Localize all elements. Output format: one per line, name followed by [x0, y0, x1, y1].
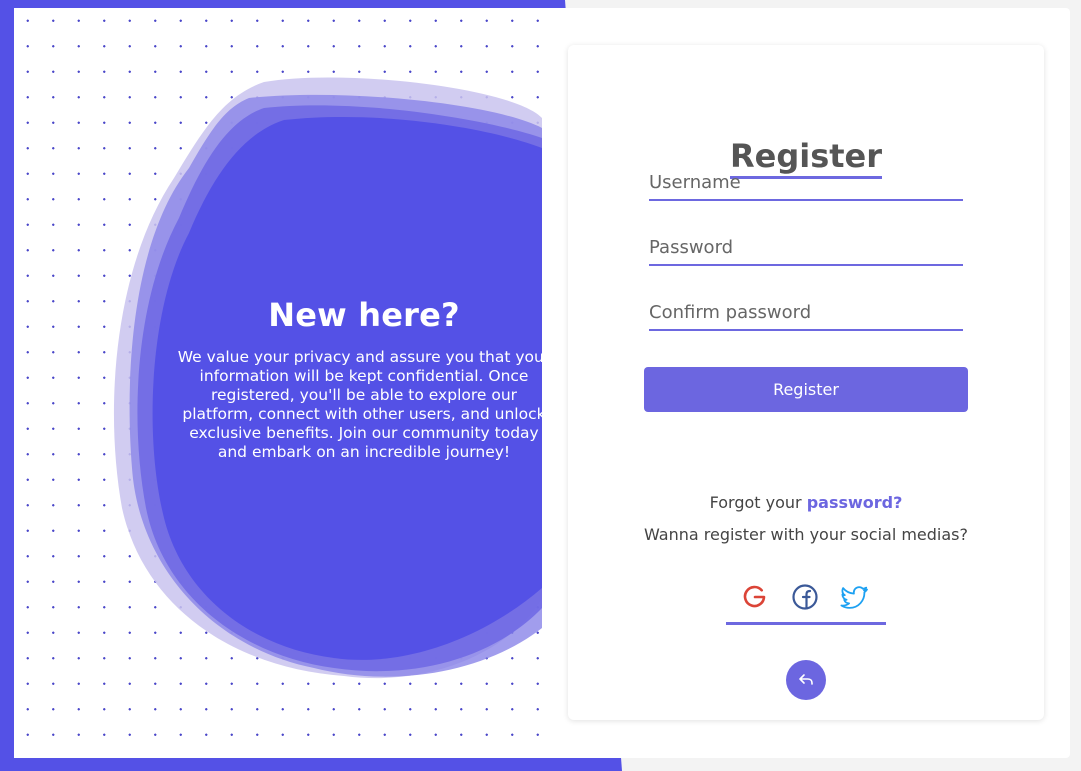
forgot-password-row: Forgot your password? [568, 493, 1044, 512]
username-input[interactable] [649, 165, 963, 201]
confirm-password-input[interactable] [649, 295, 963, 331]
google-icon[interactable] [740, 582, 770, 612]
twitter-icon[interactable] [840, 582, 870, 612]
back-arrow-icon [799, 674, 813, 685]
social-icons-row [726, 582, 886, 625]
forgot-password-link[interactable]: password? [807, 493, 903, 512]
promo-title: New here? [268, 296, 460, 334]
back-button[interactable] [786, 660, 826, 700]
password-input[interactable] [649, 230, 963, 266]
promo-content: New here? We value your privacy and assu… [174, 296, 542, 462]
register-form: Register Register Forgot your password? … [568, 45, 1044, 720]
promo-panel: New here? We value your privacy and assu… [14, 8, 542, 758]
social-prompt: Wanna register with your social medias? [643, 525, 969, 544]
promo-text: We value your privacy and assure you tha… [177, 348, 542, 461]
forgot-prefix: Forgot your [709, 493, 807, 512]
facebook-icon[interactable] [790, 582, 820, 612]
register-button[interactable]: Register [644, 367, 968, 412]
